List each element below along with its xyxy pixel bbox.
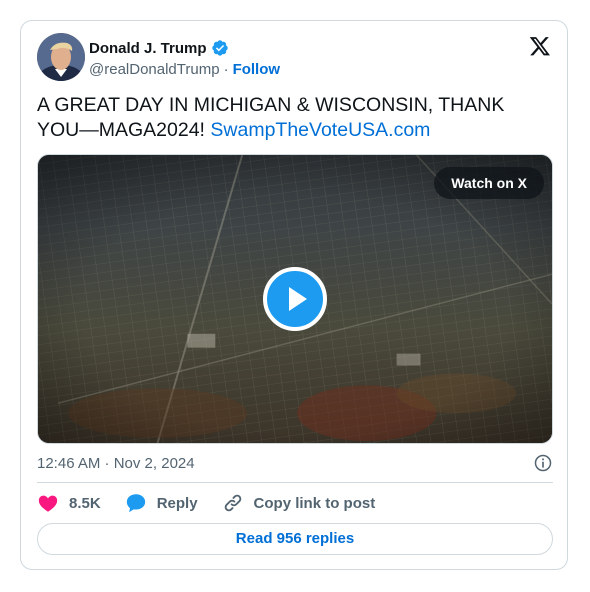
actions-divider (37, 482, 553, 483)
tweet-meta-row: 12:46 AM · Nov 2, 2024 (37, 451, 553, 475)
tweet-text: A GREAT DAY IN MICHIGAN & WISCONSIN, THA… (37, 93, 537, 142)
reply-button[interactable]: Reply (125, 492, 198, 514)
author-handle-row: @realDonaldTrump · Follow (89, 59, 280, 79)
verified-badge-icon (211, 40, 228, 56)
heart-icon (38, 495, 58, 512)
info-icon[interactable] (533, 453, 553, 473)
play-icon (289, 287, 307, 311)
follow-button[interactable]: Follow (233, 61, 281, 78)
tweet-embed-card: Donald J. Trump @realDonaldTrump · Follo… (20, 20, 568, 570)
copy-link-label: Copy link to post (253, 494, 376, 512)
tweet-link[interactable]: SwampTheVoteUSA.com (210, 119, 430, 141)
avatar-image (37, 33, 85, 81)
author-display-name[interactable]: Donald J. Trump (89, 40, 207, 57)
link-icon (224, 494, 241, 512)
like-button[interactable]: 8.5K (37, 492, 101, 514)
reply-label: Reply (156, 494, 198, 512)
author-name-row: Donald J. Trump (89, 38, 229, 58)
video-thumbnail[interactable]: Watch on X (37, 154, 553, 444)
play-button[interactable] (263, 267, 327, 331)
tweet-timestamp[interactable]: 12:46 AM · Nov 2, 2024 (37, 455, 195, 472)
copy-link-button[interactable]: Copy link to post (222, 492, 376, 514)
author-avatar[interactable] (37, 33, 85, 81)
author-handle[interactable]: @realDonaldTrump (89, 61, 220, 78)
reply-bubble-icon (126, 494, 145, 513)
handle-separator: · (223, 60, 229, 78)
tweet-actions: 8.5K Reply Copy link to post (37, 491, 399, 515)
read-replies-button[interactable]: Read 956 replies (37, 523, 553, 555)
x-logo-icon[interactable] (529, 35, 551, 57)
watch-on-x-button[interactable]: Watch on X (434, 167, 544, 199)
like-count: 8.5K (69, 494, 101, 512)
